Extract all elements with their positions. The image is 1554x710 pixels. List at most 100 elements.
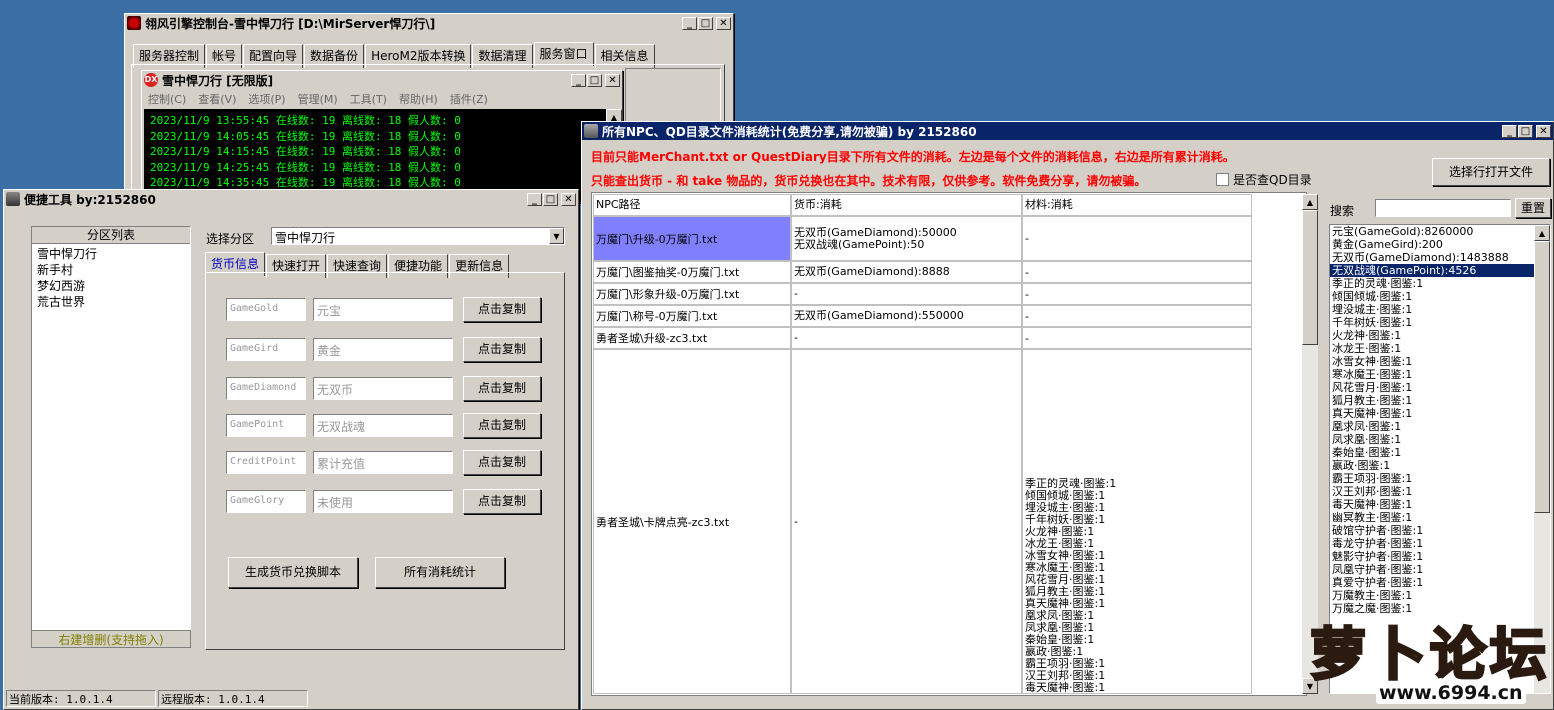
open-file-button[interactable]: 选择行打开文件	[1432, 158, 1550, 186]
generate-script-button[interactable]: 生成货币兑换脚本	[228, 557, 358, 588]
totals-list-item[interactable]: 凰求凤·图鉴:1	[1330, 420, 1534, 433]
reset-button[interactable]: 重置	[1515, 198, 1551, 218]
copy-button[interactable]: 点击复制	[463, 489, 541, 514]
search-input[interactable]	[1375, 199, 1511, 217]
qd-checkbox[interactable]: 是否查QD目录	[1216, 171, 1312, 188]
totals-list-item[interactable]: 冰雪女神·图鉴:1	[1330, 355, 1534, 368]
maximize-icon[interactable]: □	[698, 16, 713, 30]
material-item: 嬴政·图鉴:1	[1025, 644, 1084, 658]
copy-button[interactable]: 点击复制	[463, 450, 541, 475]
totals-list-item[interactable]: 无双战魂(GamePoint):4526	[1330, 264, 1534, 277]
menu-item-6[interactable]: 插件(Z)	[450, 91, 488, 107]
region-list-item[interactable]: 梦幻西游	[37, 278, 185, 294]
table-row-material[interactable]: 季正的灵魂·图鉴:1 倾国倾城·图鉴:1 埋没城主·图鉴:1 千年树妖·图鉴:1 火龙神…	[1022, 349, 1252, 694]
table-row-path[interactable]: 万魔门\升级-0万魔门.txt	[593, 216, 791, 261]
totals-list-item[interactable]: 火龙神·图鉴:1	[1330, 329, 1534, 342]
menu-item-4[interactable]: 工具(T)	[350, 91, 387, 107]
menu-item-2[interactable]: 选项(P)	[248, 91, 285, 107]
copy-button[interactable]: 点击复制	[463, 413, 541, 438]
totals-list-item[interactable]: 破馆守护者·图鉴:1	[1330, 524, 1534, 537]
table-row-material[interactable]: -	[1022, 216, 1252, 261]
totals-list-item[interactable]: 狐月教主·图鉴:1	[1330, 394, 1534, 407]
totals-list-item[interactable]: 元宝(GameGold):8260000	[1330, 225, 1534, 238]
chevron-down-icon[interactable]: ▼	[549, 228, 564, 244]
totals-list-item[interactable]: 黄金(GameGird):200	[1330, 238, 1534, 251]
table-row-path[interactable]: 勇者圣城\卡牌点亮-zc3.txt	[593, 349, 791, 694]
copy-button[interactable]: 点击复制	[463, 376, 541, 401]
table-row-currency[interactable]: -	[791, 349, 1022, 694]
table-row-currency[interactable]: 无双币(GameDiamond):50000 无双战魂(GamePoint):50	[791, 216, 1022, 261]
totals-list-item[interactable]: 季正的灵魂·图鉴:1	[1330, 277, 1534, 290]
close-icon[interactable]: ✕	[1536, 124, 1551, 138]
material-item: 秦始皇·图鉴:1	[1025, 632, 1095, 646]
checkbox-box[interactable]	[1216, 173, 1229, 186]
inner-console-titlebar[interactable]: DX 雪中悍刀行 [无限版] _ □ ✕	[142, 71, 622, 89]
totals-list-item[interactable]: 真天魔神·图鉴:1	[1330, 407, 1534, 420]
close-icon[interactable]: ✕	[561, 192, 576, 206]
region-select[interactable]: 雪中悍刀行 ▼	[271, 227, 565, 245]
table-row-currency[interactable]: -	[791, 283, 1022, 305]
table-row-path[interactable]: 万魔门\形象升级-0万魔门.txt	[593, 283, 791, 305]
table-row-material[interactable]: -	[1022, 305, 1252, 327]
region-list-item[interactable]: 雪中悍刀行	[37, 246, 185, 262]
table-row-currency[interactable]: -	[791, 327, 1022, 349]
tab-server-6[interactable]: 服务窗口	[533, 42, 594, 66]
totals-list-item[interactable]: 千年树妖·图鉴:1	[1330, 316, 1534, 329]
copy-button[interactable]: 点击复制	[463, 337, 541, 362]
menu-item-1[interactable]: 查看(V)	[198, 91, 236, 107]
maximize-icon[interactable]: □	[587, 73, 602, 87]
stats-titlebar[interactable]: 所有NPC、QD目录文件消耗统计(免费分享,请勿被骗) by 2152860 _…	[582, 122, 1553, 140]
minimize-icon[interactable]: _	[1502, 124, 1517, 138]
table-row-path[interactable]: 万魔门\图鉴抽奖-0万魔门.txt	[593, 261, 791, 283]
table-row-path[interactable]: 勇者圣城\升级-zc3.txt	[593, 327, 791, 349]
totals-list-item[interactable]: 凤凰守护者·图鉴:1	[1330, 563, 1534, 576]
maximize-icon[interactable]: □	[1518, 124, 1533, 138]
totals-list-item[interactable]: 幽冥教主·图鉴:1	[1330, 511, 1534, 524]
server-console-titlebar[interactable]: 翎风引擎控制台-雪中悍刀行 [D:\MirServer悍刀行\] _ □ ✕	[125, 14, 733, 32]
totals-list-item[interactable]: 嬴政·图鉴:1	[1330, 459, 1534, 472]
table-row-currency[interactable]: 无双币(GameDiamond):8888	[791, 261, 1022, 283]
table-row-path[interactable]: 万魔门\称号-0万魔门.txt	[593, 305, 791, 327]
copy-button[interactable]: 点击复制	[463, 297, 541, 322]
totals-list-item[interactable]: 魅影守护者·图鉴:1	[1330, 550, 1534, 563]
scroll-up-icon[interactable]: ▲	[1534, 225, 1550, 241]
scroll-thumb[interactable]	[1302, 210, 1318, 345]
region-list-item[interactable]: 新手村	[37, 262, 185, 278]
tool-titlebar[interactable]: 便捷工具 by:2152860 _ □ ✕	[4, 190, 578, 208]
close-icon[interactable]: ✕	[605, 73, 620, 87]
totals-list-item[interactable]: 霸王项羽·图鉴:1	[1330, 472, 1534, 485]
totals-list-item[interactable]: 倾国倾城·图鉴:1	[1330, 290, 1534, 303]
scroll-up-icon[interactable]: ▲	[1302, 194, 1318, 210]
totals-list-item[interactable]: 汉王刘邦·图鉴:1	[1330, 485, 1534, 498]
minimize-icon[interactable]: _	[571, 73, 586, 87]
maximize-icon[interactable]: □	[543, 192, 558, 206]
totals-list-item[interactable]: 毒龙守护者·图鉴:1	[1330, 537, 1534, 550]
totals-list-item[interactable]: 无双币(GameDiamond):1483888	[1330, 251, 1534, 264]
totals-list-item[interactable]: 真爱守护者·图鉴:1	[1330, 576, 1534, 589]
totals-list-item[interactable]: 冰龙王·图鉴:1	[1330, 342, 1534, 355]
totals-list-item[interactable]: 毒天魔神·图鉴:1	[1330, 498, 1534, 511]
table-row-material[interactable]: -	[1022, 327, 1252, 349]
currency-name-value: 累计充值	[317, 457, 366, 471]
column-header[interactable]: 货币:消耗	[791, 194, 1022, 216]
totals-list-item[interactable]: 风花雪月·图鉴:1	[1330, 381, 1534, 394]
menu-item-0[interactable]: 控制(C)	[148, 91, 186, 107]
minimize-icon[interactable]: _	[682, 16, 697, 30]
scroll-thumb[interactable]	[1534, 241, 1550, 513]
column-header[interactable]: NPC路径	[593, 194, 791, 216]
menu-item-3[interactable]: 管理(M)	[298, 91, 338, 107]
totals-list-item[interactable]: 埋没城主·图鉴:1	[1330, 303, 1534, 316]
menu-item-5[interactable]: 帮助(H)	[399, 91, 438, 107]
region-list-item[interactable]: 荒古世界	[37, 294, 185, 310]
all-stats-button[interactable]: 所有消耗统计	[375, 557, 505, 588]
minimize-icon[interactable]: _	[527, 192, 542, 206]
column-header[interactable]: 材料:消耗	[1022, 194, 1252, 216]
table-row-currency[interactable]: 无双币(GameDiamond):550000	[791, 305, 1022, 327]
totals-list-item[interactable]: 凤求凰·图鉴:1	[1330, 433, 1534, 446]
table-row-material[interactable]: -	[1022, 283, 1252, 305]
totals-list-item[interactable]: 寒冰魔王·图鉴:1	[1330, 368, 1534, 381]
totals-list-item[interactable]: 秦始皇·图鉴:1	[1330, 446, 1534, 459]
table-row-material[interactable]: -	[1022, 261, 1252, 283]
totals-list-item[interactable]: 万魔教主·图鉴:1	[1330, 589, 1534, 602]
close-icon[interactable]: ✕	[716, 16, 731, 30]
